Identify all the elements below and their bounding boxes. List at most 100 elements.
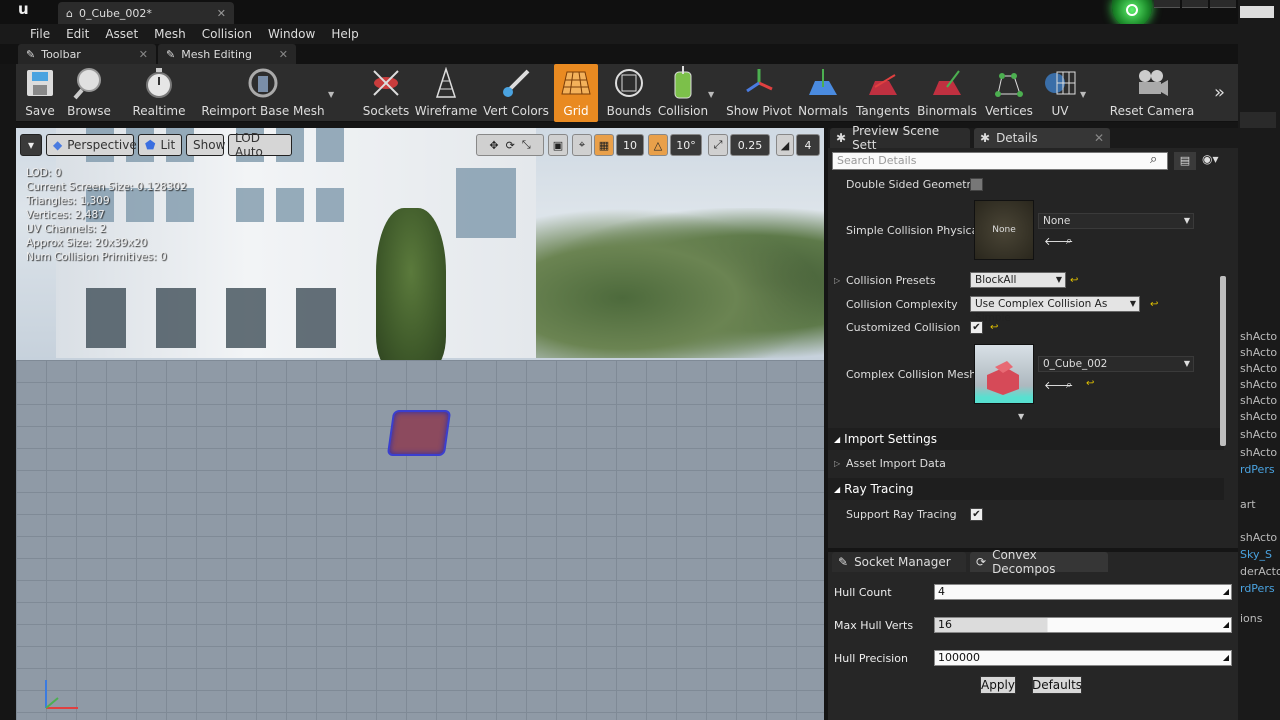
collision-button[interactable]: Collision (658, 64, 708, 122)
tangents-button[interactable]: Tangents (856, 64, 910, 122)
unreal-logo-icon[interactable]: u (4, 0, 40, 24)
view-options-grid-button[interactable]: ▤ (1174, 152, 1196, 170)
convex-decomposition-panel: ✎ Socket Manager ⟳ Convex Decompos Hull … (828, 548, 1238, 720)
browse-search-icon[interactable]: ⌕ (1066, 378, 1072, 392)
expand-arrow-icon[interactable]: ▷ (834, 276, 840, 285)
scale-icon[interactable]: ⤡ (522, 138, 531, 152)
tab-mesh-editing[interactable]: ✎ Mesh Editing ✕ (158, 44, 296, 64)
reset-to-default-icon[interactable]: ↩ (1086, 378, 1094, 389)
section-import-settings[interactable]: ◢ Import Settings (828, 428, 1224, 450)
save-button[interactable]: Save (20, 64, 60, 122)
toolbar-overflow-button[interactable]: » (1214, 82, 1225, 103)
outliner-item: ions (1240, 612, 1263, 625)
show-button[interactable]: Show (186, 134, 225, 156)
browse-button[interactable]: Browse (66, 64, 112, 122)
details-scrollbar[interactable] (1220, 276, 1226, 446)
close-icon[interactable]: ✕ (1094, 131, 1104, 145)
complex-collision-mesh-dropdown[interactable]: 0_Cube_002 ▼ (1038, 356, 1194, 372)
tab-convex-decomposition[interactable]: ⟳ Convex Decompos (970, 548, 1108, 576)
menu-mesh[interactable]: Mesh (146, 27, 194, 41)
rotation-snap-value[interactable]: 10° (670, 134, 702, 156)
bounds-button[interactable]: Bounds (606, 64, 652, 122)
tab-socket-manager[interactable]: ✎ Socket Manager (832, 552, 966, 572)
wireframe-button[interactable]: Wireframe (415, 64, 477, 122)
viewport-options-button[interactable]: ▾ (20, 134, 42, 156)
uv-button[interactable]: UV (1040, 64, 1080, 122)
collapse-arrow-icon: ◢ (834, 434, 841, 444)
grid-button[interactable]: Grid (554, 64, 598, 122)
simple-collision-thumbnail[interactable]: None (974, 200, 1034, 260)
menu-file[interactable]: File (22, 27, 58, 41)
menu-asset[interactable]: Asset (97, 27, 146, 41)
menu-edit[interactable]: Edit (58, 27, 97, 41)
hull-precision-input[interactable]: 100000 ◢ (934, 650, 1232, 666)
menu-collision[interactable]: Collision (194, 27, 260, 41)
expand-arrow-icon[interactable]: ▷ (834, 459, 840, 468)
lit-button[interactable]: ⬟ Lit (138, 134, 182, 156)
sockets-button[interactable]: Sockets (362, 64, 410, 122)
reset-to-default-icon[interactable]: ↩ (990, 322, 998, 333)
camera-speed-toggle[interactable]: ◢ (776, 134, 794, 156)
binormals-button[interactable]: Binormals (916, 64, 978, 122)
coordinate-space-button[interactable]: ▣ (548, 134, 568, 156)
hull-count-slider[interactable]: 4 ◢ (934, 584, 1232, 600)
collision-complexity-dropdown[interactable]: Use Complex Collision As Simple ▼ (970, 296, 1140, 324)
support-ray-tracing-checkbox[interactable]: ✔ (970, 507, 983, 521)
section-ray-tracing[interactable]: ◢ Ray Tracing (828, 478, 1224, 500)
tab-toolbar[interactable]: ✎ Toolbar ✕ (18, 44, 156, 64)
show-pivot-button[interactable]: Show Pivot (726, 64, 792, 122)
static-mesh-preview[interactable] (386, 410, 452, 456)
chevron-down-icon[interactable]: ▼ (708, 90, 714, 99)
translate-icon[interactable]: ✥ (489, 139, 498, 152)
expand-advanced-icon[interactable]: ▼ (1018, 412, 1024, 421)
double-sided-checkbox[interactable] (970, 177, 983, 191)
reimport-base-mesh-button[interactable]: Reimport Base Mesh (201, 64, 325, 122)
max-hull-verts-slider[interactable]: 16 ◢ (934, 617, 1232, 633)
grid-snap-value[interactable]: 10 (616, 134, 644, 156)
vert-colors-button[interactable]: Vert Colors (483, 64, 549, 122)
surface-snap-button[interactable]: ⌖ (572, 134, 592, 156)
close-icon[interactable]: ✕ (217, 7, 226, 20)
simple-collision-dropdown[interactable]: None ▼ (1038, 213, 1194, 229)
vertices-button[interactable]: Vertices (984, 64, 1034, 122)
collision-presets-dropdown[interactable]: BlockAll ▼ (970, 272, 1066, 288)
camera-speed-value[interactable]: 4 (796, 134, 820, 156)
normals-button[interactable]: Normals (798, 64, 848, 122)
reset-to-default-icon[interactable]: ↩ (1070, 275, 1078, 286)
chevron-down-icon[interactable]: ▼ (328, 90, 334, 99)
close-icon[interactable]: ✕ (139, 48, 148, 61)
stat-screen-size: Current Screen Size: 0.128302 (26, 181, 187, 193)
scale-snap-toggle[interactable]: ⤢ (708, 134, 728, 156)
close-icon[interactable]: ✕ (279, 48, 288, 61)
rotation-snap-toggle[interactable]: △ (648, 134, 668, 156)
apply-button[interactable]: Apply (980, 676, 1016, 694)
menu-help[interactable]: Help (323, 27, 366, 41)
lod-button[interactable]: LOD Auto (228, 131, 292, 159)
rotate-icon[interactable]: ⟳ (506, 139, 515, 152)
collapse-arrow-icon: ◢ (834, 484, 841, 494)
reset-to-default-icon[interactable]: ↩ (1150, 299, 1158, 310)
scale-snap-value[interactable]: 0.25 (730, 134, 770, 156)
chevron-down-icon[interactable]: ▼ (1080, 90, 1086, 99)
reset-camera-button[interactable]: Reset Camera (1110, 64, 1194, 122)
document-tab[interactable]: ⌂ 0_Cube_002* ✕ (58, 2, 234, 24)
grid-snap-toggle[interactable]: ▦ (594, 134, 614, 156)
realtime-button[interactable]: Realtime (132, 64, 186, 122)
perspective-button[interactable]: ◆ Perspective (46, 134, 137, 156)
reimport-icon (245, 66, 281, 100)
minimize-button[interactable] (1154, 0, 1180, 8)
customized-collision-checkbox[interactable]: ✔ (970, 320, 983, 334)
defaults-button[interactable]: Defaults (1032, 676, 1082, 694)
menu-window[interactable]: Window (260, 27, 323, 41)
maximize-button[interactable] (1182, 0, 1208, 8)
browse-search-icon[interactable]: ⌕ (1066, 234, 1072, 248)
details-search-input[interactable]: Search Details (832, 152, 1168, 170)
tab-preview-scene-settings[interactable]: ✱ Preview Scene Sett (830, 124, 970, 152)
document-tab-title: 0_Cube_002* (78, 6, 152, 20)
eye-icon[interactable]: ◉▾ (1202, 152, 1219, 166)
hull-count-label: Hull Count (834, 586, 892, 599)
tab-details[interactable]: ✱ Details ✕ (974, 128, 1110, 148)
complex-collision-thumbnail[interactable] (974, 344, 1034, 404)
close-window-button[interactable] (1210, 0, 1236, 8)
mesh-viewport[interactable]: ▾ ◆ Perspective ⬟ Lit Show LOD Auto ✥ ⟳ … (16, 128, 824, 720)
